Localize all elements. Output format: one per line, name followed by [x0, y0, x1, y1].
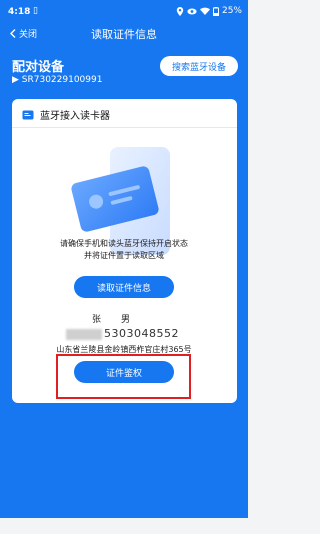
holder-gender: 男: [121, 315, 131, 325]
read-id-button[interactable]: 读取证件信息: [74, 276, 174, 298]
card-reader-icon: [22, 110, 34, 119]
page-title: 读取证件信息: [91, 28, 157, 41]
divider: [12, 127, 237, 128]
status-bar: 4:18 ▯ 25%: [0, 0, 248, 22]
id-number: 5303048552: [66, 327, 179, 340]
reader-card-title: 蓝牙接入读卡器: [40, 111, 110, 122]
top-bar: 读取证件信息 关闭: [0, 26, 248, 44]
holder-info-row: 张 男: [92, 312, 130, 325]
device-serial[interactable]: ▶ SR730229100991: [12, 75, 102, 85]
battery-icon: [212, 6, 219, 16]
sim-card-icon: ▯: [33, 6, 38, 16]
status-time: 4:18: [8, 7, 31, 17]
id-number-visible: 5303048552: [104, 327, 179, 340]
chevron-left-icon: [10, 29, 16, 38]
holder-name: 张: [92, 315, 102, 325]
redacted-block: [66, 328, 102, 340]
highlight-box: [56, 354, 191, 399]
battery-percent: 25%: [221, 6, 242, 16]
location-icon: [176, 6, 184, 16]
paired-device-title: 配对设备: [12, 60, 65, 75]
wifi-icon: [199, 7, 210, 15]
close-label: 关闭: [19, 30, 38, 40]
instruction-line-1: 请确保手机和读头蓝牙保持开启状态: [60, 239, 188, 248]
reader-card-header: 蓝牙接入读卡器: [22, 107, 110, 122]
search-bluetooth-button[interactable]: 搜索蓝牙设备: [160, 56, 238, 76]
status-icons: 25%: [176, 6, 242, 16]
instruction-text: 请确保手机和读头蓝牙保持开启状态 并将证件置于读取区域: [0, 238, 248, 262]
eye-icon: [187, 8, 197, 14]
close-button[interactable]: 关闭: [10, 27, 37, 40]
instruction-line-2: 并将证件置于读取区域: [84, 251, 164, 260]
bottom-area: [0, 518, 248, 534]
